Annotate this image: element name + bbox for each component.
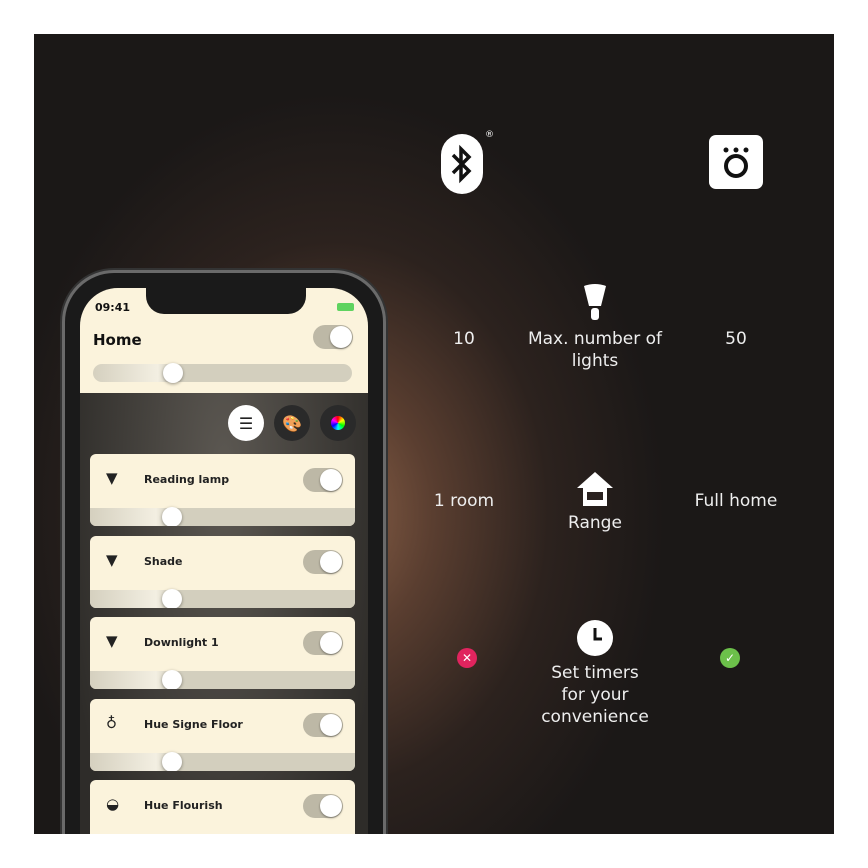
slider-knob[interactable] <box>162 588 182 608</box>
slider-knob[interactable] <box>162 751 182 771</box>
row-range-right: Full home <box>694 491 778 511</box>
slider-knob[interactable] <box>162 507 182 526</box>
row-lights-right: 50 <box>725 329 747 349</box>
home-title: Home <box>93 331 142 349</box>
scenes-button[interactable]: 🎨 <box>274 405 310 441</box>
row-lights-left: 10 <box>453 329 475 349</box>
registered-mark: ® <box>485 130 494 140</box>
label-line: Set timers <box>551 663 639 683</box>
cross-icon: ✕ <box>457 648 477 668</box>
lamp-icon: ◒ <box>106 795 120 813</box>
light-name: Hue Signe Floor <box>144 717 243 731</box>
list-view-button[interactable]: ☰ <box>228 405 264 441</box>
color-button[interactable] <box>320 405 356 441</box>
light-brightness-slider[interactable] <box>90 751 355 771</box>
light-brightness-slider[interactable] <box>90 588 355 608</box>
phone: 09:41 Home ☰ 🎨 ▼ Reading lamp ▼ Shade ▼ … <box>62 270 386 834</box>
phone-screen: 09:41 Home ☰ 🎨 ▼ Reading lamp ▼ Shade ▼ … <box>80 288 368 834</box>
palette-icon: 🎨 <box>282 413 302 433</box>
light-brightness-slider[interactable] <box>90 507 355 526</box>
background-panel: 09:41 Home ☰ 🎨 ▼ Reading lamp ▼ Shade ▼ … <box>34 34 834 834</box>
lamp-icon: ♁ <box>106 713 117 732</box>
row-range-left: 1 room <box>433 491 495 511</box>
bulb-icon <box>582 282 608 324</box>
notch <box>146 288 306 314</box>
light-card[interactable]: ♁ Hue Signe Floor <box>90 698 355 771</box>
check-icon: ✓ <box>720 648 740 668</box>
light-toggle[interactable] <box>303 468 343 492</box>
slider-knob[interactable] <box>163 363 183 383</box>
light-name: Reading lamp <box>144 473 230 486</box>
slider-knob[interactable] <box>162 670 182 689</box>
light-card[interactable]: ▼ Shade <box>90 535 355 608</box>
light-toggle[interactable] <box>303 712 343 737</box>
light-name: Hue Flourish <box>144 799 223 812</box>
list-icon: ☰ <box>238 413 254 433</box>
lamp-icon: ▼ <box>106 469 118 487</box>
clock-icon <box>577 620 613 656</box>
row-lights-label: Max. number of lights <box>527 329 663 371</box>
light-card[interactable]: ◒ Hue Flourish <box>90 780 355 834</box>
light-brightness-slider[interactable] <box>90 670 355 689</box>
light-toggle[interactable] <box>303 794 343 818</box>
lamp-icon: ▼ <box>106 550 118 569</box>
light-name: Downlight 1 <box>144 636 219 649</box>
label-line: convenience <box>541 707 649 727</box>
hue-bridge-icon <box>709 135 763 189</box>
label-line: for your <box>561 685 629 705</box>
light-card[interactable]: ▼ Reading lamp <box>90 454 355 526</box>
battery-icon <box>337 303 354 311</box>
light-toggle[interactable] <box>303 549 343 574</box>
bluetooth-icon <box>441 134 483 194</box>
light-name: Shade <box>144 554 183 568</box>
lamp-icon: ▼ <box>106 632 118 650</box>
color-picker-icon <box>331 416 345 430</box>
home-toggle[interactable] <box>313 325 353 349</box>
row-range-label: Range <box>568 513 622 533</box>
light-toggle[interactable] <box>303 631 343 655</box>
status-time: 09:41 <box>95 301 131 314</box>
row-timers-label: Set timers for your convenience <box>524 662 666 728</box>
home-brightness-slider[interactable] <box>93 363 352 383</box>
light-card[interactable]: ▼ Downlight 1 <box>90 617 355 689</box>
house-icon <box>575 470 615 508</box>
